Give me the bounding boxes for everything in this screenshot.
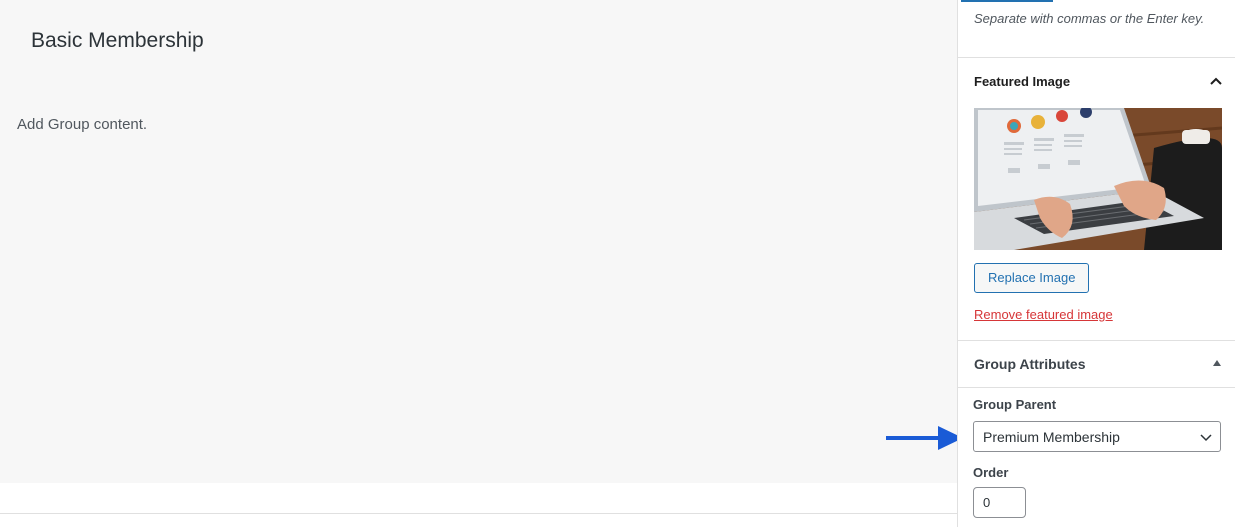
group-attributes-panel-title[interactable]: Group Attributes (974, 356, 1085, 372)
featured-image-panel-title[interactable]: Featured Image (974, 74, 1070, 89)
order-label: Order (973, 465, 1009, 480)
panel-divider (958, 387, 1235, 388)
group-parent-value: Premium Membership (983, 429, 1120, 445)
post-title[interactable]: Basic Membership (31, 29, 204, 53)
chevron-down-icon (1200, 434, 1212, 442)
group-parent-label: Group Parent (973, 397, 1057, 412)
panel-divider (958, 57, 1235, 58)
replace-image-button[interactable]: Replace Image (974, 263, 1090, 293)
triangle-up-icon[interactable] (1207, 353, 1227, 373)
featured-image[interactable] (974, 108, 1222, 250)
settings-sidebar: Separate with commas or the Enter key. F… (957, 0, 1235, 527)
editor-footer (0, 483, 957, 527)
active-tab-indicator (961, 0, 1053, 2)
group-parent-select[interactable]: Premium Membership (973, 421, 1221, 452)
order-input[interactable]: 0 (973, 487, 1026, 518)
content-placeholder[interactable]: Add Group content. (17, 116, 147, 133)
chevron-up-icon[interactable] (1206, 71, 1226, 91)
footer-divider (0, 513, 957, 514)
panel-divider (958, 340, 1235, 341)
tags-hint: Separate with commas or the Enter key. (974, 11, 1205, 26)
editor-canvas: Basic Membership Add Group content. (0, 0, 957, 483)
remove-featured-image-link[interactable]: Remove featured image (974, 307, 1113, 322)
annotation-arrow-icon (886, 426, 963, 450)
